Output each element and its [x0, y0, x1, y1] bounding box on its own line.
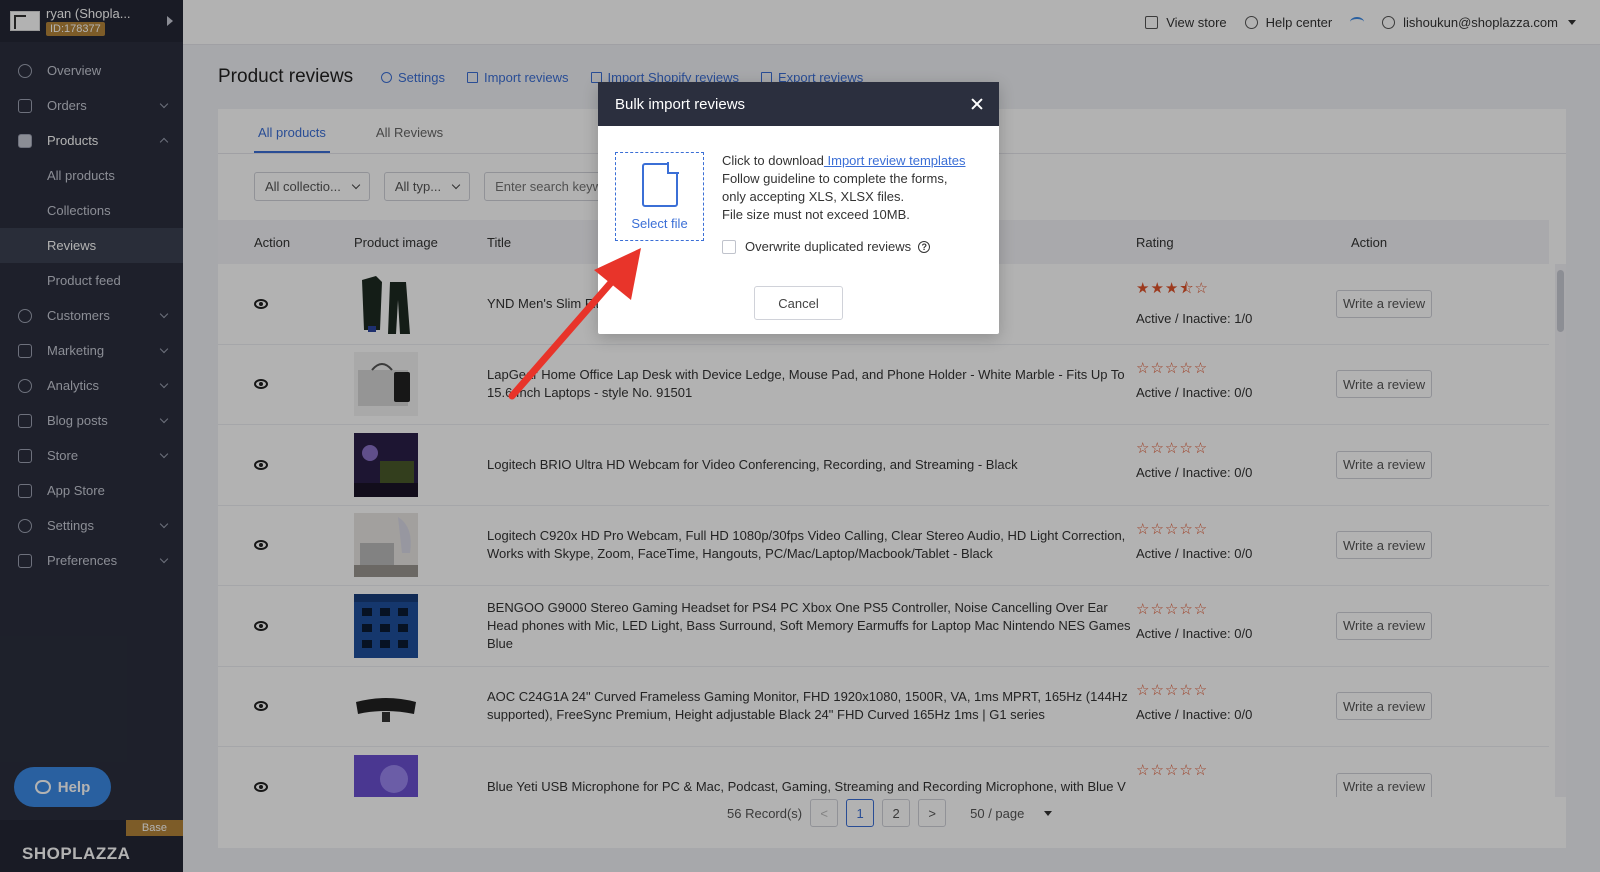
- bulk-import-modal: Bulk import reviews Select file Click to…: [598, 82, 999, 334]
- modal-title: Bulk import reviews: [615, 95, 746, 113]
- question-icon[interactable]: ?: [918, 240, 931, 253]
- select-file-dropzone[interactable]: Select file: [615, 152, 704, 241]
- import-template-link[interactable]: Import review templates: [824, 153, 966, 168]
- file-icon: [641, 161, 679, 207]
- cancel-button[interactable]: Cancel: [754, 286, 843, 320]
- overwrite-label: Overwrite duplicated reviews: [745, 239, 912, 254]
- select-file-label: Select file: [631, 215, 688, 231]
- overwrite-option: Overwrite duplicated reviews ?: [722, 239, 931, 254]
- close-icon[interactable]: [971, 98, 983, 110]
- overwrite-checkbox[interactable]: [722, 239, 736, 254]
- import-instructions: Click to download Import review template…: [722, 153, 966, 222]
